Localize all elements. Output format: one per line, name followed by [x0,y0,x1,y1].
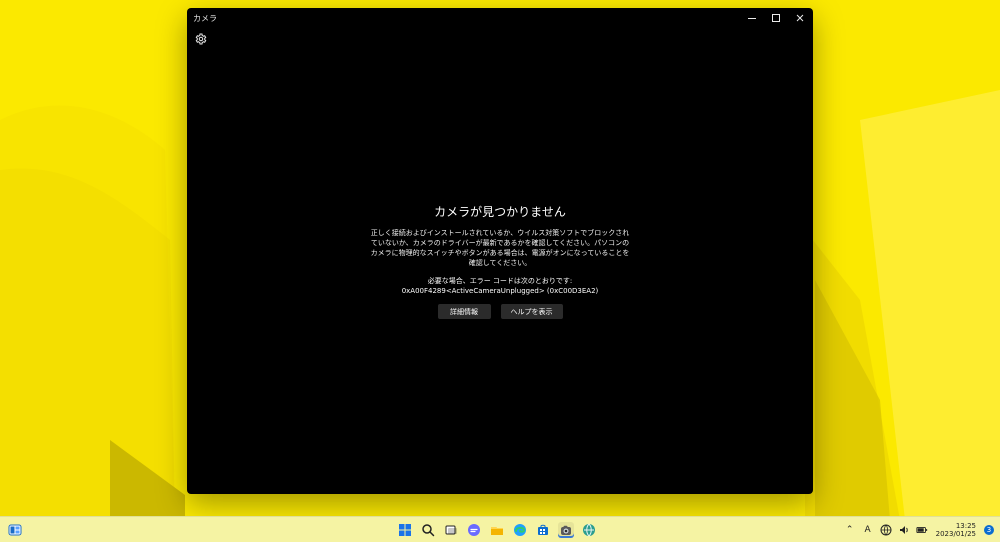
system-tray: ⌃ A 13:25 2023/01/25 3 [844,520,994,540]
error-actions: 詳細情報 ヘルプを表示 [187,304,813,319]
titlebar: カメラ [187,8,813,28]
close-icon [796,14,804,22]
taskbar-clock[interactable]: 13:25 2023/01/25 [936,522,976,538]
help-button[interactable]: ヘルプを表示 [500,304,563,319]
taskbar-apps [397,520,597,540]
network-icon [880,524,892,536]
folder-icon [491,527,503,535]
chat-icon [468,524,480,536]
search-icon [422,524,435,537]
camera-error-panel: カメラが見つかりません 正しく接続およびインストールされているか、ウイルス対策ソ… [187,203,813,319]
details-button[interactable]: 詳細情報 [437,304,491,319]
network-status[interactable] [880,524,892,536]
file-explorer-button[interactable] [489,522,505,538]
camera-app-button[interactable] [558,522,574,538]
clock-time: 13:25 [955,522,976,530]
camera-icon [561,525,571,535]
error-description: 正しく接続およびインストールされているか、ウイルス対策ソフトでブロックされていな… [370,229,630,267]
store-icon [538,524,548,535]
close-button[interactable] [793,11,807,25]
minimize-icon [748,18,756,19]
ime-indicator[interactable]: A [862,524,874,536]
minimize-button[interactable] [745,11,759,25]
speaker-icon [899,526,908,534]
globe-app-button[interactable] [581,522,597,538]
error-title: カメラが見つかりません [434,205,566,219]
battery-icon [916,527,927,533]
error-code: 0xA00F4289<ActiveCameraUnplugged> (0xC00… [401,287,599,295]
settings-button[interactable] [192,30,210,48]
widgets-icon [8,524,22,536]
maximize-button[interactable] [769,11,783,25]
edge-button[interactable] [512,522,528,538]
windows-logo-icon [399,524,411,536]
chevron-up-icon: ⌃ [845,525,854,535]
clock-date: 2023/01/25 [935,530,976,538]
task-view-button[interactable] [443,522,459,538]
error-code-label: 必要な場合、エラー コードは次のとおりです: [427,277,573,285]
task-view-icon [445,525,457,535]
window-title: カメラ [193,13,217,23]
edge-icon [514,524,526,536]
battery-status[interactable] [916,524,928,536]
volume-status[interactable] [898,524,910,536]
search-button[interactable] [420,522,436,538]
window-controls [745,11,807,25]
chat-button[interactable] [466,522,482,538]
camera-window: カメラ カメラが見つかりません 正しく接続およびインストールされているか、ウイル… [187,8,813,494]
notification-badge[interactable]: 3 [984,525,994,535]
widgets-button[interactable] [8,523,22,537]
maximize-icon [772,14,780,22]
store-button[interactable] [535,522,551,538]
tray-overflow-button[interactable]: ⌃ [844,524,856,536]
start-button[interactable] [397,522,413,538]
taskbar: ⌃ A 13:25 2023/01/25 3 [0,516,1000,542]
globe-icon [583,523,595,537]
gear-icon [195,33,207,45]
